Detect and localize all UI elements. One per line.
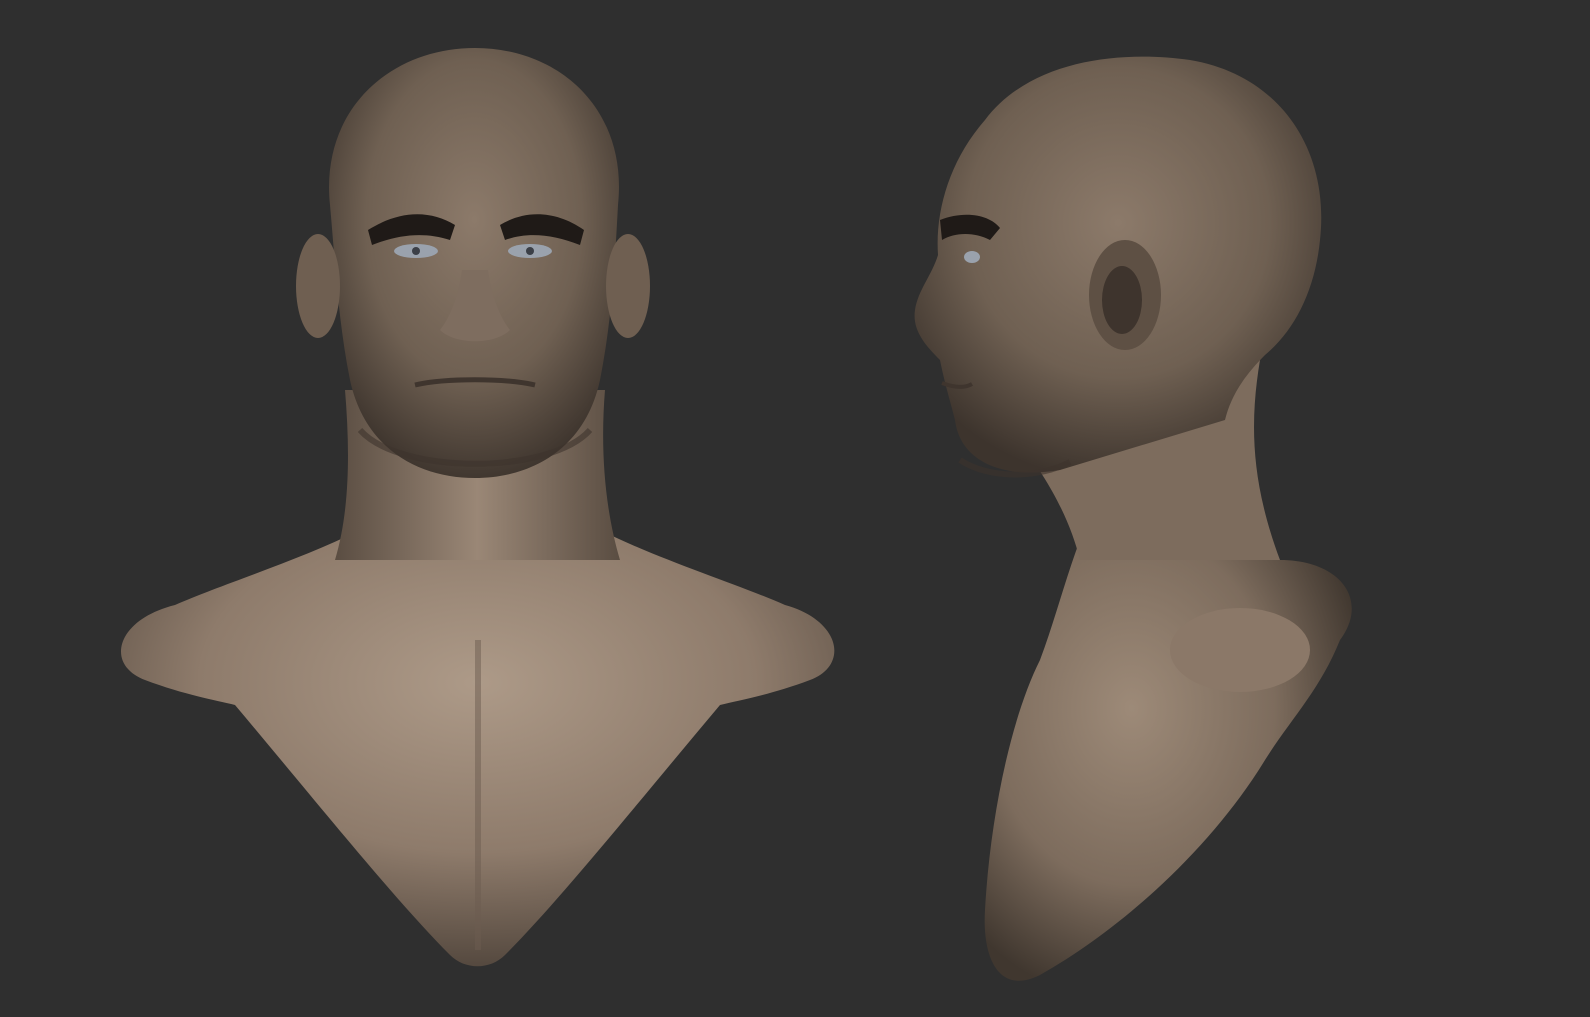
front-head <box>329 48 619 478</box>
side-view-bust <box>914 56 1352 981</box>
sculpt-render <box>121 48 1352 981</box>
side-eye <box>964 251 980 263</box>
front-ear-right <box>606 234 650 338</box>
front-view-bust <box>121 48 835 967</box>
side-torso <box>984 526 1352 981</box>
side-shoulder <box>1170 608 1310 692</box>
front-ear-left <box>296 234 340 338</box>
sculpt-viewport <box>0 0 1590 1017</box>
